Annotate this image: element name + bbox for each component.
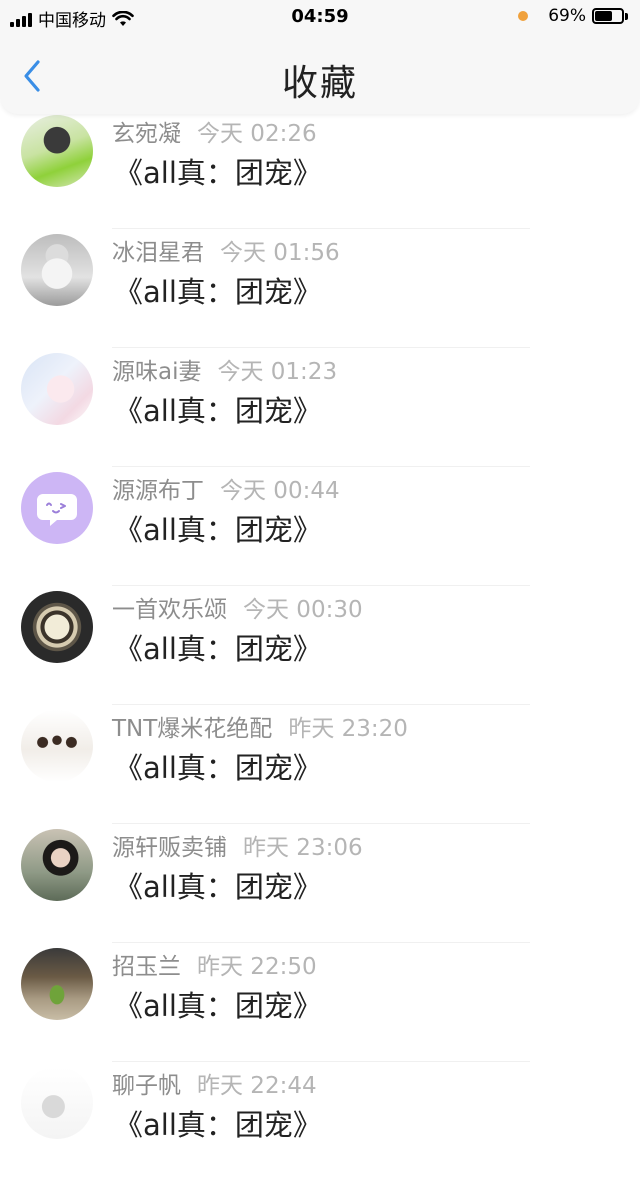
status-right: 69%	[518, 6, 628, 26]
avatar[interactable]	[21, 472, 93, 544]
item-title[interactable]: 《all真：团宠》	[114, 388, 322, 430]
username[interactable]: 源源布丁	[112, 478, 204, 504]
timestamp: 今天 00:30	[243, 597, 363, 623]
list-item[interactable]: 一首欢乐颂 今天 00:30 《all真：团宠》	[0, 586, 640, 705]
timestamp: 昨天 23:20	[288, 716, 408, 742]
list-item[interactable]: 冰泪星君 今天 01:56 《all真：团宠》	[0, 229, 640, 348]
username[interactable]: 源味ai妻	[112, 359, 201, 385]
timestamp: 昨天 23:06	[243, 835, 363, 861]
list-item[interactable]: 聊子帆 昨天 22:44 《all真：团宠》	[0, 1062, 640, 1181]
avatar[interactable]	[21, 115, 93, 187]
item-title[interactable]: 《all真：团宠》	[114, 745, 322, 787]
timestamp: 今天 01:23	[217, 359, 338, 385]
timestamp: 昨天 22:44	[197, 1073, 317, 1099]
username[interactable]: 聊子帆	[112, 1073, 181, 1099]
username[interactable]: 冰泪星君	[112, 240, 204, 266]
item-meta: 聊子帆 昨天 22:44	[112, 1066, 317, 1100]
item-meta: 源轩贩卖铺 昨天 23:06	[112, 828, 363, 862]
status-bar: 中国移动 04:59 69%	[0, 0, 640, 34]
list-item[interactable]: 招玉兰 昨天 22:50 《all真：团宠》	[0, 943, 640, 1062]
item-title[interactable]: 《all真：团宠》	[114, 626, 322, 668]
avatar[interactable]	[21, 1067, 93, 1139]
timestamp: 今天 01:56	[220, 240, 340, 266]
timestamp: 今天 00:44	[220, 478, 340, 504]
page-title: 收藏	[281, 63, 358, 104]
item-meta: 一首欢乐颂 今天 00:30	[112, 590, 363, 624]
username[interactable]: 源轩贩卖铺	[112, 835, 227, 861]
chat-bubble-icon	[37, 494, 77, 526]
list-item[interactable]: 玄宛凝 今天 02:26 《all真：团宠》	[0, 110, 640, 229]
item-meta: 源源布丁 今天 00:44	[112, 471, 340, 505]
avatar[interactable]	[21, 948, 93, 1020]
username[interactable]: 招玉兰	[112, 954, 181, 980]
avatar[interactable]	[21, 829, 93, 901]
item-meta: 冰泪星君 今天 01:56	[112, 233, 340, 267]
avatar[interactable]	[21, 710, 93, 782]
avatar[interactable]	[21, 234, 93, 306]
list-item[interactable]: 源轩贩卖铺 昨天 23:06 《all真：团宠》	[0, 824, 640, 943]
list-item[interactable]: TNT爆米花绝配 昨天 23:20 《all真：团宠》	[0, 705, 640, 824]
location-dot-icon	[518, 11, 529, 21]
item-title[interactable]: 《all真：团宠》	[114, 507, 322, 549]
avatar[interactable]	[21, 353, 93, 425]
battery-percent: 69%	[548, 6, 586, 26]
battery-fill	[595, 11, 613, 21]
battery-cap	[625, 12, 628, 20]
username[interactable]: TNT爆米花绝配	[112, 716, 272, 742]
username[interactable]: 一首欢乐颂	[112, 597, 227, 623]
list-item[interactable]: 源味ai妻 今天 01:23 《all真：团宠》	[0, 348, 640, 467]
username[interactable]: 玄宛凝	[112, 121, 181, 147]
item-meta: 招玉兰 昨天 22:50	[112, 947, 317, 981]
nav-header: 收藏	[0, 34, 640, 114]
list-item[interactable]: 源源布丁 今天 00:44 《all真：团宠》	[0, 467, 640, 586]
battery-icon	[592, 8, 624, 24]
item-meta: TNT爆米花绝配 昨天 23:20	[112, 709, 408, 743]
item-title[interactable]: 《all真：团宠》	[114, 150, 322, 192]
timestamp: 今天 02:26	[197, 121, 317, 147]
item-title[interactable]: 《all真：团宠》	[114, 864, 322, 906]
item-meta: 玄宛凝 今天 02:26	[112, 114, 317, 148]
avatar[interactable]	[21, 591, 93, 663]
item-title[interactable]: 《all真：团宠》	[114, 269, 322, 311]
item-title[interactable]: 《all真：团宠》	[114, 983, 322, 1025]
timestamp: 昨天 22:50	[197, 954, 317, 980]
item-meta: 源味ai妻 今天 01:23	[112, 352, 337, 386]
